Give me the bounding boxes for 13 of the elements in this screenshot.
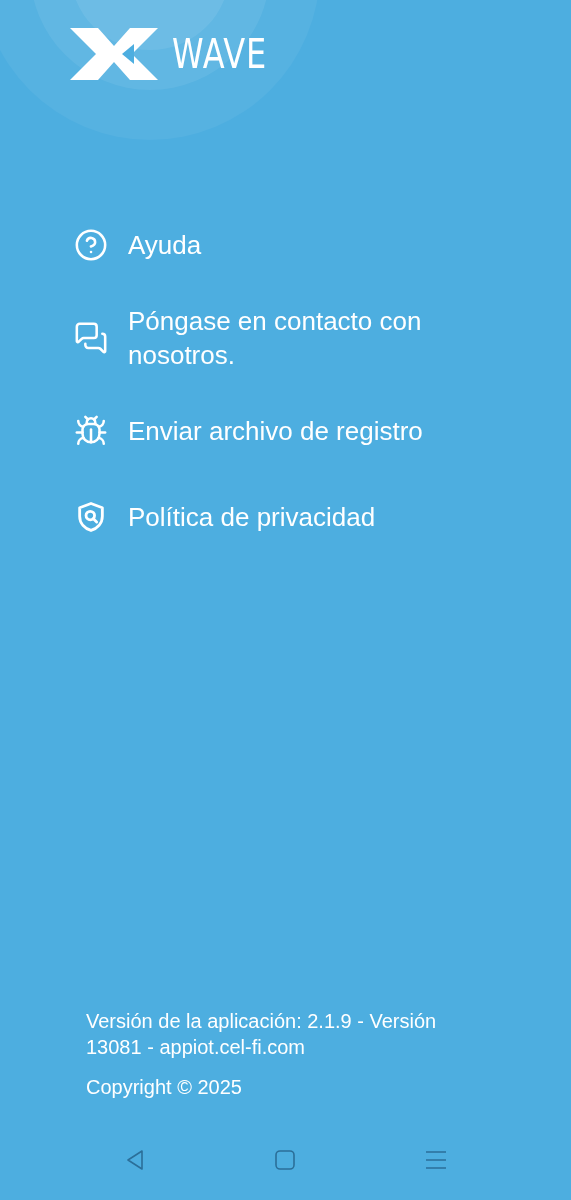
menu-item[interactable]: Ayuda xyxy=(74,218,511,272)
copyright-text: Copyright © 2025 xyxy=(86,1075,243,1100)
logo-text: WAVE xyxy=(172,34,268,74)
menu-icon[interactable] xyxy=(423,1148,448,1172)
x-logo-icon xyxy=(70,28,158,80)
menu-item[interactable]: Póngase en contacto con nosotros. xyxy=(74,304,511,372)
version-text: Versión de la aplicación: 2.1.9 - Versión 13081 - appiot.cel-fi.com xyxy=(86,1009,438,1060)
help-icon xyxy=(74,228,108,262)
bug-icon xyxy=(74,414,108,448)
menu-item[interactable]: Política de privacidad xyxy=(74,490,511,544)
chat-bubbles-icon xyxy=(74,321,108,355)
home-icon[interactable] xyxy=(273,1148,298,1172)
menu-item[interactable]: Enviar archivo de registro xyxy=(74,404,511,458)
